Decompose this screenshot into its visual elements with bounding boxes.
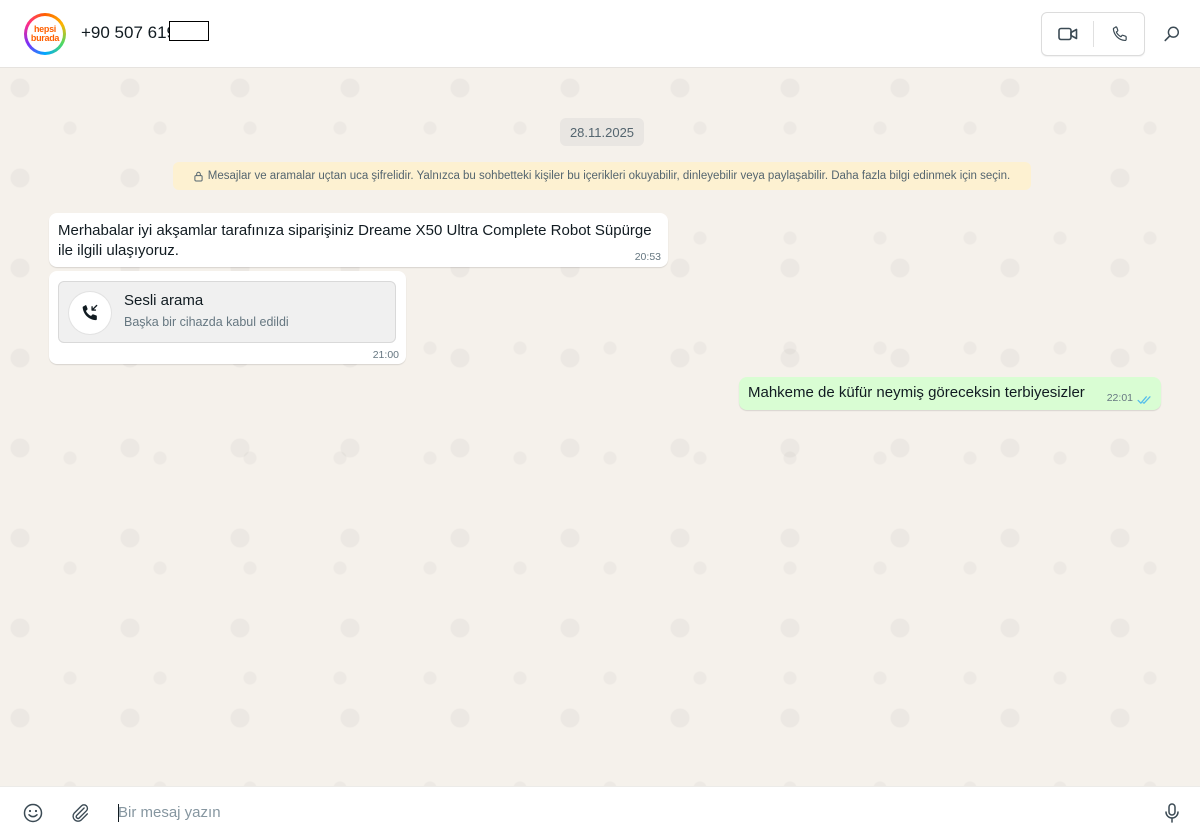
paperclip-icon [72, 804, 89, 822]
message-time: 22:01 [1106, 392, 1133, 404]
incoming-call-message[interactable]: Sesli arama Başka bir cihazda kabul edil… [49, 271, 406, 364]
message-time: 20:53 [634, 251, 661, 263]
call-subtitle: Başka bir cihazda kabul edildi [124, 315, 289, 329]
video-call-button[interactable] [1042, 13, 1093, 55]
emoji-button[interactable] [22, 802, 44, 824]
call-title: Sesli arama [124, 292, 204, 309]
phone-icon [1112, 26, 1127, 42]
contact-avatar[interactable]: hepsi burada [24, 13, 66, 55]
message-text: Merhabalar iyi akşamlar tarafınıza sipar… [58, 222, 652, 259]
message-text: Mahkeme de küfür neymiş göreceksin terbi… [748, 384, 1085, 401]
voice-call-card[interactable]: Sesli arama Başka bir cihazda kabul edil… [58, 281, 396, 343]
avatar-logo: hepsi burada [27, 16, 63, 52]
avatar-logo-line2: burada [30, 33, 60, 43]
contact-name[interactable]: +90 507 619 [81, 22, 176, 44]
redaction-box [169, 21, 209, 41]
voice-message-button[interactable] [1160, 801, 1184, 825]
double-check-icon [1137, 392, 1152, 410]
message-input[interactable] [116, 797, 1150, 827]
search-icon [1164, 26, 1180, 42]
video-camera-icon [1057, 27, 1077, 41]
voice-call-button[interactable] [1094, 13, 1145, 55]
text-caret [118, 804, 119, 822]
microphone-icon [1165, 803, 1179, 823]
date-chip: 28.11.2025 [560, 118, 644, 146]
incoming-call-icon-wrap [69, 292, 111, 334]
message-composer [0, 786, 1200, 838]
attach-button[interactable] [69, 802, 91, 824]
call-button-group [1041, 12, 1145, 56]
encryption-notice[interactable]: Mesajlar ve aramalar uçtan uca şifrelidi… [173, 162, 1031, 190]
encryption-notice-text: Mesajlar ve aramalar uçtan uca şifrelidi… [207, 170, 1011, 182]
incoming-message[interactable]: Merhabalar iyi akşamlar tarafınıza sipar… [49, 213, 668, 267]
smiley-icon [23, 803, 43, 823]
search-button[interactable] [1160, 22, 1184, 46]
incoming-call-icon [82, 304, 98, 321]
lock-icon [194, 171, 203, 182]
chat-header: hepsi burada +90 507 619 [0, 0, 1200, 68]
outgoing-message[interactable]: Mahkeme de küfür neymiş göreceksin terbi… [739, 377, 1161, 410]
message-time: 21:00 [372, 349, 399, 361]
chat-area[interactable]: 28.11.2025 Mesajlar ve aramalar uçtan uc… [0, 68, 1200, 786]
